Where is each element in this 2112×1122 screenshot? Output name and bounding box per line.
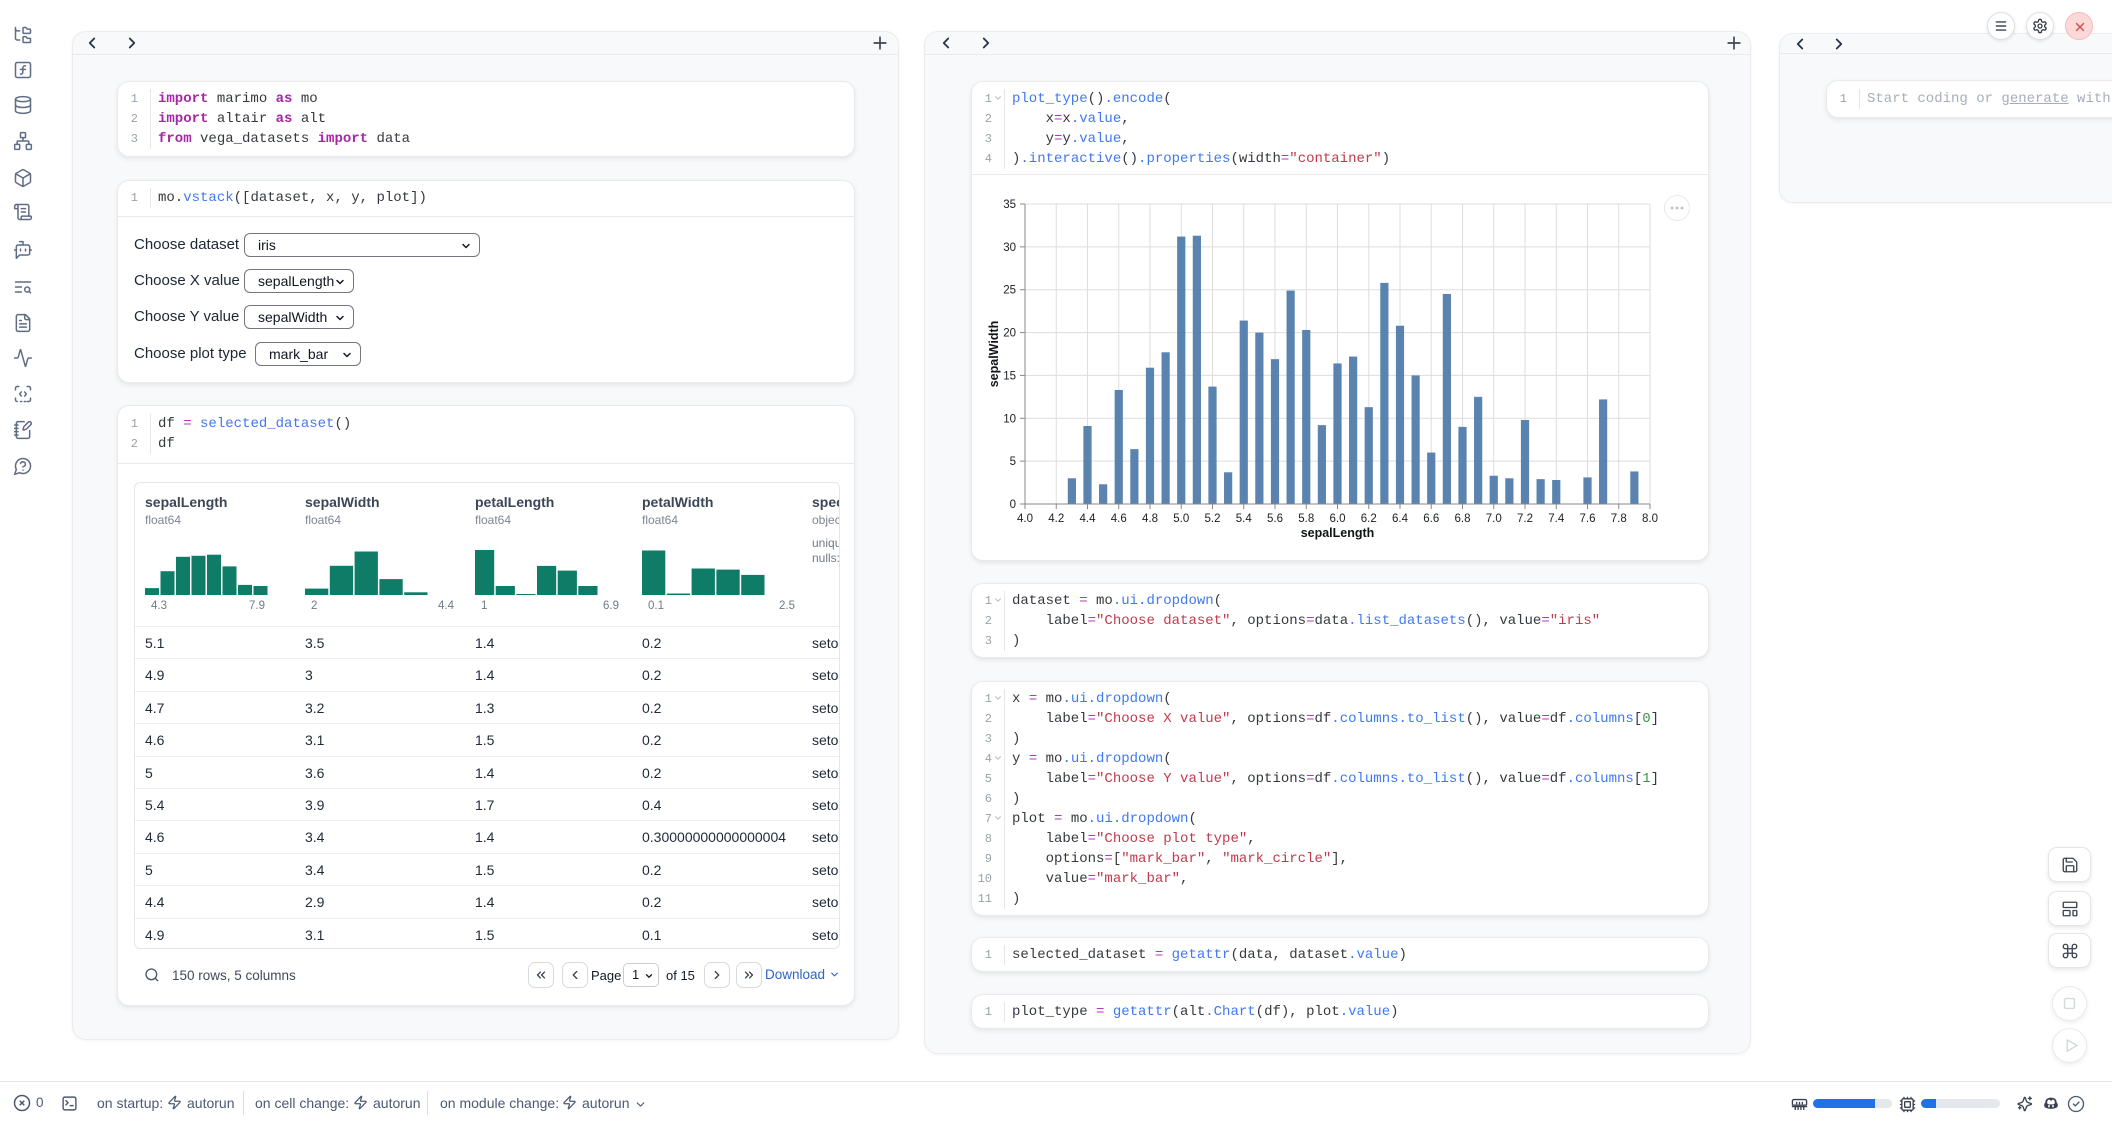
svg-text:5.8: 5.8	[1298, 513, 1314, 525]
svg-text:30: 30	[1003, 242, 1016, 254]
svg-text:35: 35	[1003, 199, 1016, 211]
svg-text:6.0: 6.0	[1330, 513, 1346, 525]
svg-text:0: 0	[1010, 499, 1016, 511]
svg-text:4.4: 4.4	[1080, 513, 1097, 525]
svg-text:5.4: 5.4	[1236, 513, 1253, 525]
svg-text:7.2: 7.2	[1517, 513, 1533, 525]
svg-text:7.4: 7.4	[1548, 513, 1565, 525]
svg-text:4.6: 4.6	[1111, 513, 1127, 525]
svg-text:6.6: 6.6	[1423, 513, 1439, 525]
svg-text:6.2: 6.2	[1361, 513, 1377, 525]
svg-text:4.2: 4.2	[1048, 513, 1064, 525]
svg-text:4.0: 4.0	[1017, 513, 1033, 525]
svg-text:7.8: 7.8	[1611, 513, 1627, 525]
svg-text:7.0: 7.0	[1486, 513, 1502, 525]
svg-text:4.8: 4.8	[1142, 513, 1158, 525]
svg-text:10: 10	[1003, 413, 1016, 425]
svg-text:6.4: 6.4	[1392, 513, 1409, 525]
svg-text:6.8: 6.8	[1455, 513, 1471, 525]
svg-text:sepalWidth: sepalWidth	[987, 321, 1001, 388]
svg-text:5.6: 5.6	[1267, 513, 1283, 525]
svg-text:20: 20	[1003, 328, 1016, 340]
svg-text:5.2: 5.2	[1205, 513, 1221, 525]
svg-text:15: 15	[1003, 370, 1016, 382]
svg-text:5.0: 5.0	[1173, 513, 1189, 525]
svg-text:sepalLength: sepalLength	[1301, 526, 1375, 540]
svg-text:7.6: 7.6	[1580, 513, 1596, 525]
svg-text:8.0: 8.0	[1642, 513, 1658, 525]
svg-text:5: 5	[1010, 456, 1016, 468]
svg-text:25: 25	[1003, 285, 1016, 297]
